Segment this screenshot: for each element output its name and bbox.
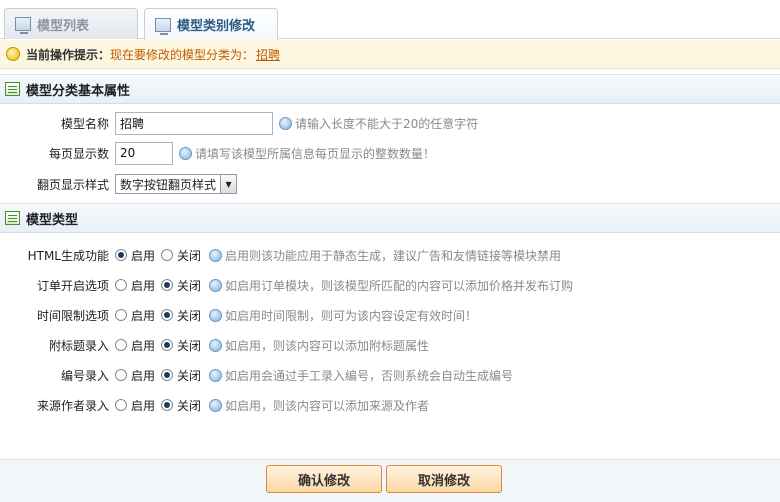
enable-radio[interactable] — [115, 339, 127, 351]
form-footer: 确认修改 取消修改 — [0, 459, 780, 502]
info-icon — [209, 338, 223, 352]
help-text: 如启用会通过手工录入编号，否则系统会自动生成编号 — [225, 368, 514, 383]
disable-option[interactable]: 关闭 — [161, 277, 201, 294]
disable-label: 关闭 — [177, 338, 202, 353]
disable-radio[interactable] — [161, 309, 174, 321]
tip-label: 当前操作提示： — [26, 47, 111, 62]
option-label: 来源作者录入 — [36, 398, 109, 413]
type-option-row: 订单开启选项 启用 关闭 如启用订单模块，则该模型所匹配的内容可以添加价格并发布订购 — [0, 270, 780, 300]
tab-model-list[interactable]: 模型列表 — [4, 8, 138, 39]
help-text: 如启用订单模块，则该模型所匹配的内容可以添加价格并发布订购 — [225, 278, 574, 293]
disable-option[interactable]: 关闭 — [161, 397, 201, 414]
type-option-row: 附标题录入 启用 关闭 如启用，则该内容可以添加附标题属性 — [0, 330, 780, 360]
field-label: 每页显示数 — [48, 146, 109, 161]
option-label: HTML生成功能 — [27, 248, 109, 263]
info-icon — [209, 278, 223, 292]
type-option-row: 来源作者录入 启用 关闭 如启用，则该内容可以添加来源及作者 — [0, 390, 780, 420]
lightbulb-icon — [6, 47, 20, 61]
enable-label: 启用 — [131, 398, 156, 413]
info-icon — [209, 368, 223, 382]
tab-model-category-edit[interactable]: 模型类别修改 — [144, 8, 278, 40]
tab-bar: 模型列表 模型类别修改 — [0, 0, 780, 40]
type-option-row: 时间限制选项 启用 关闭 如启用时间限制，则可为该内容设定有效时间！ — [0, 300, 780, 330]
help-text: 如启用，则该内容可以添加来源及作者 — [225, 398, 430, 413]
monitor-icon — [155, 17, 171, 35]
info-icon — [209, 248, 223, 262]
disable-radio[interactable] — [161, 279, 174, 291]
enable-option[interactable]: 启用 — [115, 307, 155, 324]
disable-option[interactable]: 关闭 — [161, 307, 201, 324]
enable-label: 启用 — [131, 308, 156, 323]
tab-label: 模型类别修改 — [177, 19, 256, 34]
chevron-down-icon[interactable]: ▼ — [220, 175, 237, 193]
disable-option[interactable]: 关闭 — [161, 337, 201, 354]
select-value: 数字按钮翻页样式 — [120, 177, 217, 192]
monitor-icon — [15, 17, 31, 34]
type-option-row: HTML生成功能 启用 关闭 启用则该功能应用于静态生成，建议广告和友情链接等模块禁用 — [0, 240, 780, 270]
disable-option[interactable]: 关闭 — [161, 247, 201, 264]
enable-radio[interactable] — [115, 369, 127, 381]
paging-style-row: 翻页显示样式 数字按钮翻页样式 ▼ — [0, 169, 780, 199]
option-label: 附标题录入 — [48, 338, 109, 353]
section-title: 模型分类基本属性 — [26, 83, 131, 99]
disable-radio[interactable] — [161, 249, 174, 261]
form-icon — [5, 211, 20, 225]
help-text: 启用则该功能应用于静态生成，建议广告和友情链接等模块禁用 — [225, 248, 562, 263]
help-text: 如启用时间限制，则可为该内容设定有效时间！ — [225, 308, 478, 323]
disable-label: 关闭 — [177, 248, 202, 263]
disable-radio[interactable] — [161, 399, 174, 411]
info-icon — [209, 308, 223, 322]
tip-text: 现在要修改的模型分类为： — [110, 47, 255, 62]
disable-label: 关闭 — [177, 278, 202, 293]
per-page-input[interactable] — [115, 141, 173, 165]
enable-label: 启用 — [131, 368, 156, 383]
per-page-row: 每页显示数 请填写该模型所属信息每页显示的整数数量！ — [0, 138, 780, 168]
enable-radio[interactable] — [115, 249, 127, 261]
tab-label: 模型列表 — [37, 18, 90, 34]
enable-option[interactable]: 启用 — [115, 367, 155, 384]
enable-radio[interactable] — [115, 279, 127, 291]
model-name-row: 模型名称 请输入长度不能大于20的任意字符 — [0, 108, 780, 138]
disable-label: 关闭 — [177, 368, 202, 383]
model-name-input[interactable] — [115, 111, 273, 135]
help-text: 请填写该模型所属信息每页显示的整数数量！ — [195, 146, 436, 161]
paging-style-select[interactable]: 数字按钮翻页样式 ▼ — [115, 174, 238, 194]
info-icon — [179, 146, 192, 160]
disable-radio[interactable] — [161, 339, 174, 351]
type-option-row: 编号录入 启用 关闭 如启用会通过手工录入编号，否则系统会自动生成编号 — [0, 360, 780, 390]
help-text: 请输入长度不能大于20的任意字符 — [295, 116, 479, 131]
disable-option[interactable]: 关闭 — [161, 367, 201, 384]
disable-label: 关闭 — [177, 398, 202, 413]
enable-label: 启用 — [131, 278, 156, 293]
enable-label: 启用 — [131, 338, 156, 353]
disable-label: 关闭 — [177, 308, 202, 323]
enable-radio[interactable] — [115, 399, 127, 411]
section-title: 模型类型 — [26, 212, 79, 228]
option-label: 时间限制选项 — [36, 308, 109, 323]
confirm-button[interactable]: 确认修改 — [266, 465, 382, 493]
tip-category-link[interactable]: 招聘 — [256, 46, 280, 63]
enable-radio[interactable] — [115, 309, 127, 321]
field-label: 翻页显示样式 — [36, 177, 109, 192]
model-type-header: 模型类型 — [0, 203, 780, 233]
option-label: 订单开启选项 — [36, 278, 109, 293]
help-text: 如启用，则该内容可以添加附标题属性 — [225, 338, 430, 353]
cancel-button[interactable]: 取消修改 — [386, 465, 502, 493]
basic-properties-header: 模型分类基本属性 — [0, 74, 780, 104]
disable-radio[interactable] — [161, 369, 174, 381]
enable-option[interactable]: 启用 — [115, 247, 155, 264]
enable-option[interactable]: 启用 — [115, 397, 155, 414]
enable-option[interactable]: 启用 — [115, 337, 155, 354]
info-icon — [209, 398, 223, 412]
operation-tip-bar: 当前操作提示： 现在要修改的模型分类为： 招聘 — [0, 40, 780, 69]
info-icon — [279, 116, 292, 130]
enable-option[interactable]: 启用 — [115, 277, 155, 294]
field-label: 模型名称 — [60, 116, 109, 131]
form-icon — [5, 82, 20, 96]
enable-label: 启用 — [131, 248, 156, 263]
option-label: 编号录入 — [60, 368, 109, 383]
